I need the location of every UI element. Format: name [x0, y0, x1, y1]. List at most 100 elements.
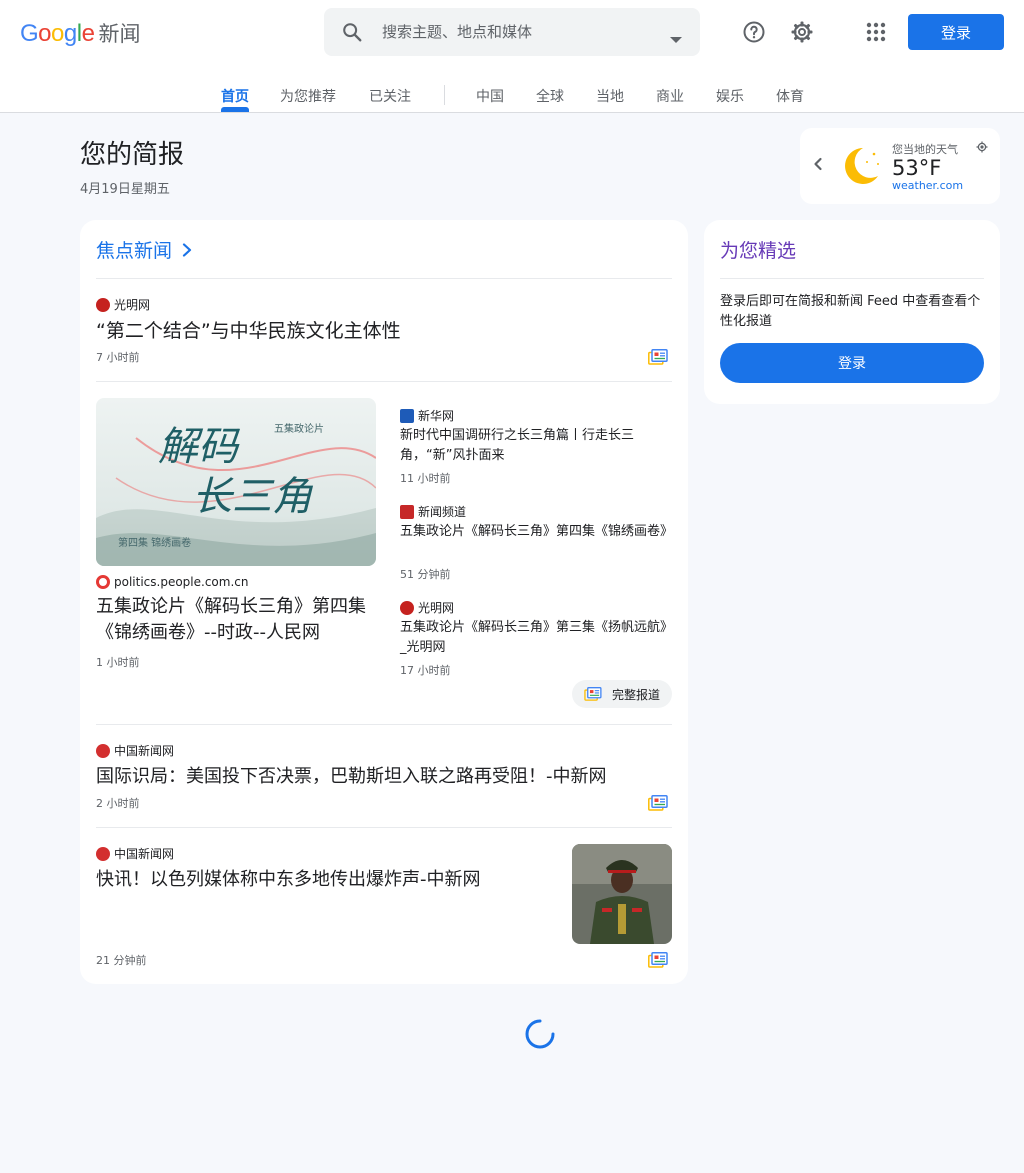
- full-coverage-icon[interactable]: [648, 952, 668, 968]
- loading-spinner: [525, 1019, 555, 1049]
- tab-entertainment[interactable]: 娱乐: [716, 86, 744, 106]
- source-name: 光明网: [114, 298, 151, 312]
- chevron-left-icon[interactable]: [812, 157, 824, 171]
- apps-button[interactable]: [858, 14, 894, 50]
- story-headline[interactable]: 五集政论片《解码长三角》第四集《锦绣画卷》--时政--人民网: [96, 594, 380, 646]
- source-row[interactable]: 新华网: [400, 407, 454, 424]
- full-coverage-icon: [584, 687, 602, 701]
- source-name: 新华网: [418, 409, 455, 423]
- source-row[interactable]: 新闻频道: [400, 503, 466, 520]
- story-image-yangtze-delta[interactable]: 解码 长三角 五集政论片 第四集 锦绣画卷: [96, 398, 376, 566]
- tab-world[interactable]: 全球: [536, 86, 564, 106]
- briefing-title: 您的简报: [80, 140, 185, 170]
- story-time: 11 小时前: [400, 472, 451, 485]
- search-icon[interactable]: [341, 21, 363, 43]
- divider: [96, 724, 672, 725]
- story-headline[interactable]: “第二个结合”与中华民族文化主体性: [96, 316, 401, 343]
- logo-letter-6: e: [81, 20, 95, 47]
- help-button[interactable]: [736, 14, 772, 50]
- tab-sports[interactable]: 体育: [776, 86, 804, 106]
- settings-icon: [791, 21, 813, 43]
- story-time: 2 小时前: [96, 797, 140, 810]
- tab-local[interactable]: 当地: [596, 86, 624, 106]
- search-options-dropdown-icon[interactable]: [670, 37, 682, 43]
- related-headline[interactable]: 新时代中国调研行之长三角篇丨行走长三角，“新”风扑面来: [400, 426, 670, 466]
- divider: [96, 827, 672, 828]
- divider: [96, 278, 672, 279]
- source-logo-chinanews: [96, 846, 110, 861]
- source-name: 新闻频道: [418, 505, 467, 519]
- full-coverage-button[interactable]: 完整报道: [572, 680, 672, 708]
- tab-home[interactable]: 首页: [221, 86, 249, 106]
- source-logo-guangming: [96, 297, 110, 312]
- picks-for-you-card: 为您精选 登录后即可在简报和新闻 Feed 中查看查看个性化报道 登录: [704, 220, 1000, 404]
- source-name: politics.people.com.cn: [114, 575, 249, 589]
- tab-china[interactable]: 中国: [476, 86, 504, 106]
- story-headline[interactable]: 快讯！以色列媒体称中东多地传出爆炸声-中新网: [96, 865, 481, 891]
- top-stories-title[interactable]: 焦点新闻: [96, 236, 194, 263]
- full-coverage-icon[interactable]: [648, 795, 668, 811]
- story-time: 51 分钟前: [400, 568, 451, 581]
- top-stories-card: 焦点新闻 光明网 “第二个结合”与中华民族文化主体性 7 小时前 解码 长三角 …: [80, 220, 688, 984]
- top-stories-label: 焦点新闻: [96, 240, 173, 262]
- source-row[interactable]: politics.people.com.cn: [96, 575, 248, 589]
- related-headline[interactable]: 五集政论片《解码长三角》第四集《锦绣画卷》: [400, 522, 673, 542]
- full-coverage-label: 完整报道: [612, 687, 661, 702]
- active-tab-indicator: [221, 107, 249, 112]
- story-time: 7 小时前: [96, 351, 140, 364]
- image-title-line1: 解码: [158, 424, 241, 470]
- help-icon: [743, 21, 765, 43]
- divider: [720, 278, 984, 279]
- logo-letter-2: o: [38, 20, 52, 47]
- location-icon[interactable]: [976, 141, 988, 153]
- briefing-date: 4月19日星期五: [80, 182, 170, 197]
- source-name: 中国新闻网: [114, 744, 175, 758]
- picks-login-button[interactable]: 登录: [720, 343, 984, 383]
- source-logo-xinhua: [400, 408, 414, 423]
- source-row[interactable]: 光明网: [400, 599, 454, 616]
- story-thumbnail-officer[interactable]: [572, 844, 672, 944]
- story-time: 21 分钟前: [96, 954, 147, 967]
- search-box[interactable]: [324, 8, 700, 56]
- source-logo-guangming: [400, 600, 414, 615]
- product-name: 新闻: [98, 22, 141, 46]
- source-logo-chinanews: [96, 743, 110, 758]
- chevron-right-icon: [182, 242, 192, 257]
- source-logo-news-channel: [400, 504, 414, 519]
- story-time: 17 小时前: [400, 664, 451, 677]
- source-name: 光明网: [418, 601, 455, 615]
- image-caption: 第四集 锦绣画卷: [118, 536, 191, 549]
- search-input[interactable]: [382, 20, 652, 44]
- tab-for-you[interactable]: 为您推荐: [280, 86, 336, 106]
- source-row[interactable]: 光明网: [96, 296, 150, 313]
- weather-temperature: 53°F: [892, 156, 942, 180]
- settings-button[interactable]: [784, 14, 820, 50]
- logo-letter-3: o: [51, 20, 64, 47]
- picks-title: 为您精选: [720, 240, 797, 262]
- top-bar: G o o g l e 新闻 搜索主题、地点和媒体 登录 首页 为您推荐 已关注…: [0, 0, 1024, 113]
- apps-icon: [866, 22, 886, 42]
- nav-tabs: 首页 为您推荐 已关注 中国 全球 当地 商业 娱乐 体育: [0, 80, 1024, 113]
- weather-widget[interactable]: 您当地的天气 53°F weather.com: [800, 128, 1000, 204]
- image-title-line2: 长三角: [192, 474, 314, 520]
- picks-description: 登录后即可在简报和新闻 Feed 中查看查看个性化报道: [720, 294, 981, 329]
- weather-source-link[interactable]: weather.com: [892, 179, 963, 192]
- login-button[interactable]: 登录: [908, 14, 1004, 50]
- image-subtitle: 五集政论片: [274, 422, 324, 435]
- source-name: 中国新闻网: [114, 847, 175, 861]
- weather-label: 您当地的天气: [892, 143, 958, 156]
- story-time: 1 小时前: [96, 656, 140, 669]
- related-headline[interactable]: 五集政论片《解码长三角》第三集《扬帆远航》_光明网: [400, 618, 670, 658]
- moon-icon: [845, 148, 879, 184]
- full-coverage-icon[interactable]: [648, 349, 668, 365]
- story-headline[interactable]: 国际识局：美国投下否决票，巴勒斯坦入联之路再受阻！-中新网: [96, 762, 607, 788]
- source-row[interactable]: 中国新闻网: [96, 845, 174, 862]
- google-news-logo[interactable]: G o o g l e 新闻: [20, 18, 140, 48]
- source-row[interactable]: 中国新闻网: [96, 742, 174, 759]
- nav-divider: [444, 85, 445, 105]
- divider: [96, 381, 672, 382]
- logo-letter-1: G: [20, 20, 39, 47]
- tab-business[interactable]: 商业: [656, 86, 684, 106]
- tab-following[interactable]: 已关注: [369, 86, 411, 106]
- source-logo-people: [96, 575, 110, 589]
